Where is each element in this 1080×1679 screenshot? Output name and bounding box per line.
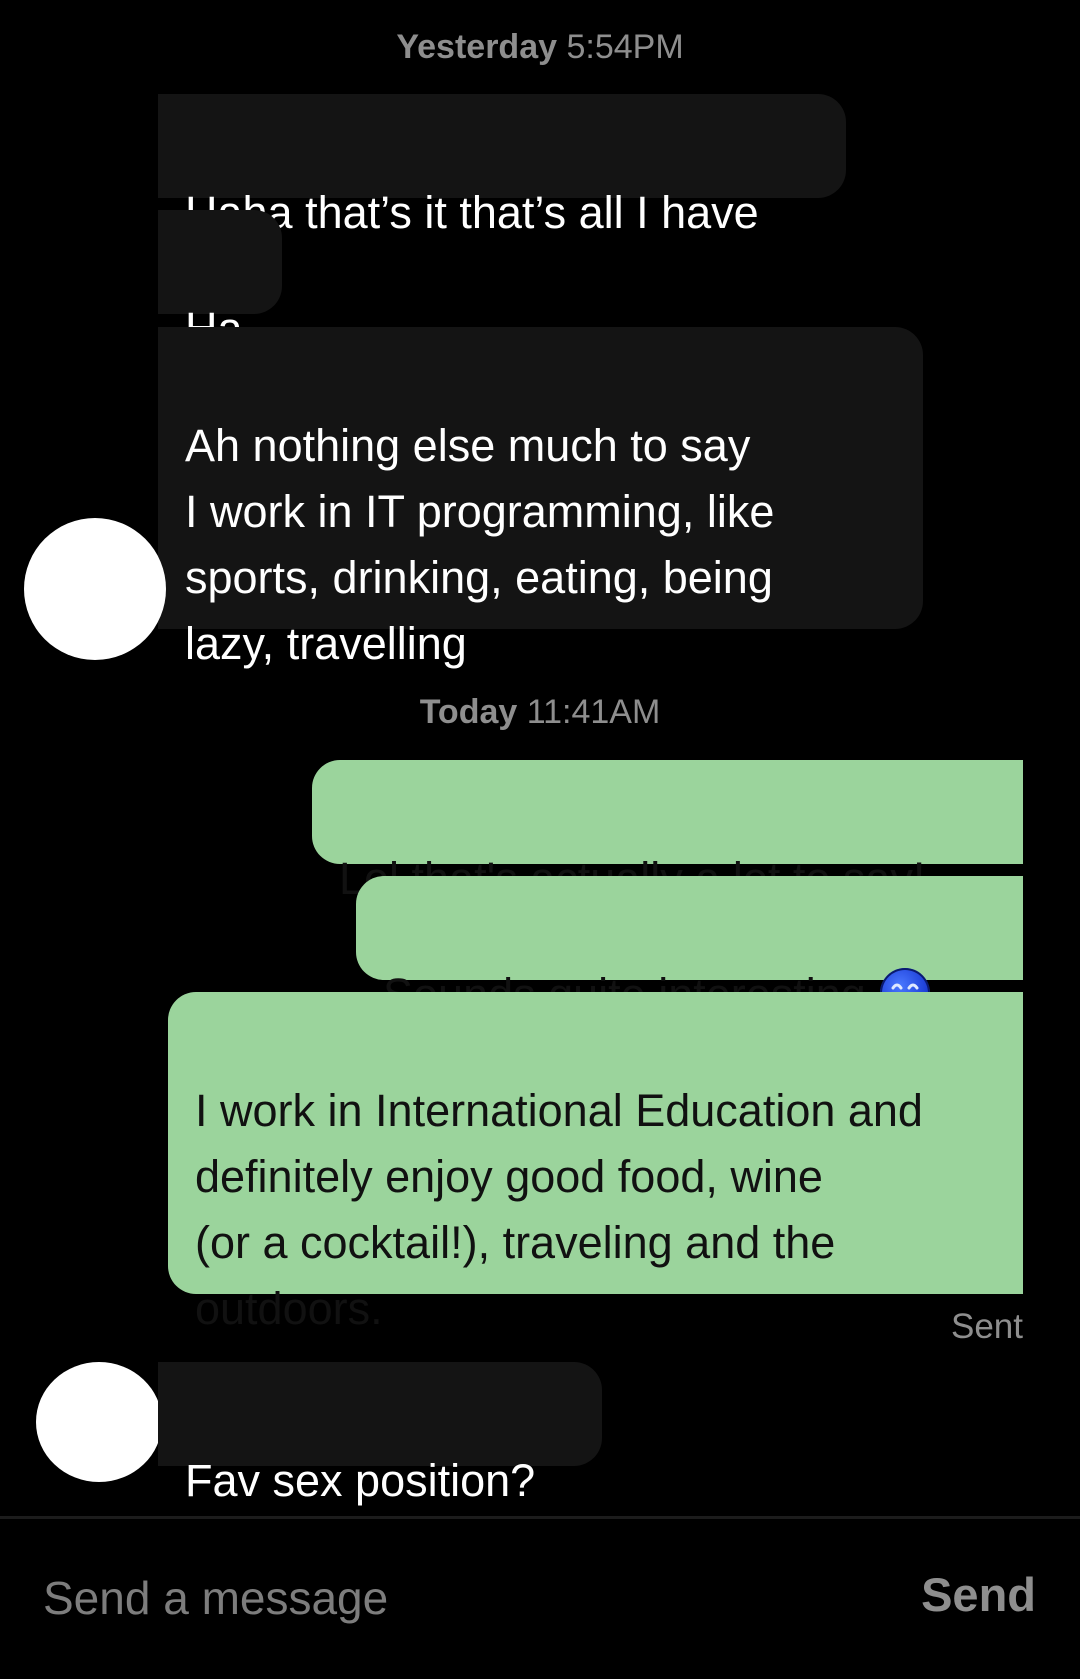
message-bubble-sent[interactable]: I work in International Education and de…	[168, 992, 1023, 1334]
message-text: I work in International Education and de…	[195, 1085, 923, 1334]
message-bubble-received[interactable]: Haha that’s it that’s all I have	[158, 94, 846, 238]
send-button[interactable]: Send	[921, 1567, 1036, 1622]
date-separator-today: Today 11:41AM	[0, 693, 1080, 732]
message-input[interactable]	[43, 1571, 743, 1625]
message-text: Ah nothing else much to say I work in IT…	[185, 420, 775, 669]
message-bubble-sent[interactable]: Lol that's actually a lot to say!	[312, 760, 1023, 904]
message-bubble-received[interactable]: Ha	[158, 210, 282, 354]
separator-day: Today	[419, 693, 518, 731]
message-bubble-received[interactable]: Ah nothing else much to say I work in IT…	[158, 327, 923, 669]
message-text: Fav sex position?	[185, 1455, 536, 1506]
separator-time: 11:41AM	[526, 693, 661, 731]
message-bubble-sent[interactable]: Sounds quite interesting	[356, 876, 1023, 1020]
contact-avatar[interactable]	[36, 1362, 162, 1482]
separator-time: 5:54PM	[566, 28, 684, 66]
contact-avatar[interactable]	[24, 518, 166, 660]
message-bubble-received[interactable]: Fav sex position?	[158, 1362, 602, 1506]
delivery-status: Sent	[951, 1307, 1023, 1346]
message-composer: Send	[0, 1516, 1080, 1679]
date-separator-yesterday: Yesterday 5:54PM	[0, 28, 1080, 67]
separator-day: Yesterday	[396, 28, 558, 66]
